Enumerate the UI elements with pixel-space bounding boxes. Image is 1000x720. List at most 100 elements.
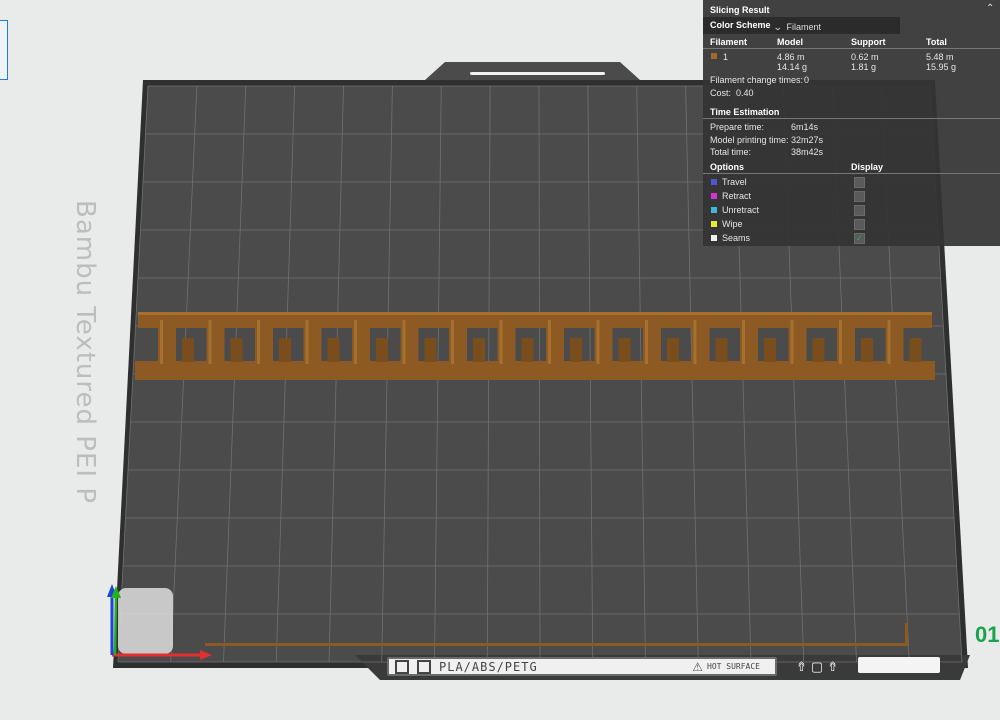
plate-tab[interactable] <box>858 657 940 673</box>
header-support: Support <box>851 37 886 47</box>
model-tooth <box>376 338 388 362</box>
model-printing-time-value: 32m27s <box>791 135 824 145</box>
model-rung-highlight <box>742 320 745 364</box>
model-rung-highlight <box>257 320 260 364</box>
color-scheme-select[interactable]: ⌄ Filament <box>772 22 822 33</box>
model-tooth <box>667 338 679 362</box>
model-rung-highlight <box>160 320 163 364</box>
retract-color-swatch <box>711 193 717 199</box>
color-scheme-row: Color Scheme ⌄ Filament <box>703 17 900 34</box>
options-header: Options <box>710 162 744 172</box>
hot-surface-label: HOT SURFACE <box>707 661 760 671</box>
model-skirt-right <box>905 623 908 646</box>
header-total: Total <box>926 37 947 47</box>
model-tooth <box>570 338 582 362</box>
model-weight: 14.14 g <box>777 62 808 72</box>
model-rung-highlight <box>499 320 503 364</box>
unretract-color-swatch <box>711 207 717 213</box>
model-tooth <box>861 338 873 362</box>
cost-value: 0.40 <box>736 88 754 98</box>
wipe-color-swatch <box>711 221 717 227</box>
model-tooth <box>473 338 485 362</box>
plate-action-icons: ⇮ ▢ ⇮ <box>796 659 838 675</box>
display-header: Display <box>851 162 884 172</box>
model-rung-highlight <box>887 320 891 364</box>
total-time-value: 38m42s <box>791 147 824 157</box>
total-weight: 15.95 g <box>926 62 957 72</box>
hot-surface-warning: ⚠ HOT SURFACE <box>692 660 769 674</box>
total-time-label: Total time: <box>710 147 752 157</box>
model-rung-highlight <box>305 320 309 364</box>
travel-color-swatch <box>711 179 717 185</box>
model-rung-highlight <box>548 320 551 364</box>
model-tooth <box>230 338 243 362</box>
slicing-result-panel: Slicing Result ⌃ Color Scheme ⌄ Filament … <box>703 0 1000 246</box>
color-scheme-value: Filament <box>786 22 822 32</box>
model-skirt-bottom <box>205 643 908 646</box>
travel-display-checkbox[interactable] <box>854 177 865 188</box>
option-label: Seams <box>722 233 751 243</box>
option-label: Unretract <box>722 205 760 215</box>
plate-handle-bar <box>470 72 605 75</box>
filament-color-swatch <box>711 53 717 59</box>
prepare-time-label: Prepare time: <box>710 122 765 132</box>
model-tooth <box>812 338 825 362</box>
arrange-icon[interactable]: ⇮ <box>796 659 807 675</box>
wipe-display-checkbox[interactable] <box>854 219 865 230</box>
chevron-down-icon: ⌄ <box>772 22 783 32</box>
bambu-logo-icon <box>395 659 409 674</box>
model-rung-highlight <box>451 320 454 364</box>
prepare-time-value: 6m14s <box>791 122 819 132</box>
model-rung-highlight <box>402 320 406 364</box>
model-tooth <box>327 338 340 362</box>
model-tooth <box>182 338 194 362</box>
total-length: 5.48 m <box>926 52 954 62</box>
model-tooth <box>618 338 631 362</box>
model-rung-highlight <box>208 320 212 364</box>
header-model: Model <box>777 37 803 47</box>
cost-label: Cost: <box>710 88 732 98</box>
unretract-display-checkbox[interactable] <box>854 205 865 216</box>
model-tooth <box>764 338 776 362</box>
plate-material-tag: PLA/ABS/PETG ⚠ HOT SURFACE <box>387 657 777 676</box>
model-top-highlight <box>138 312 932 315</box>
model-tooth <box>715 338 728 362</box>
plate-material-label: PLA/ABS/PETG <box>439 659 538 674</box>
model-tooth <box>279 338 291 362</box>
model-rung-highlight <box>596 320 600 364</box>
warning-triangle-icon: ⚠ <box>692 659 703 674</box>
divider <box>703 48 1000 49</box>
retract-display-checkbox[interactable] <box>854 191 865 202</box>
filament-change-value: 0 <box>804 75 810 85</box>
right-edge-label: 01 <box>975 622 1000 647</box>
model-rung-highlight <box>354 320 357 364</box>
collapse-chevron-icon[interactable]: ⌃ <box>986 3 994 14</box>
plate-name-label: Bambu Textured PEI P <box>70 200 100 505</box>
model-length: 4.86 m <box>777 52 805 62</box>
filament-id: 1 <box>723 52 729 62</box>
filament-change-label: Filament change times: <box>710 75 804 85</box>
model-tooth <box>424 338 437 362</box>
model-tooth <box>909 338 922 362</box>
option-label: Travel <box>722 177 747 187</box>
y-axis <box>113 595 118 656</box>
seams-display-checkbox[interactable]: ✓ <box>854 233 865 244</box>
panel-title: Slicing Result <box>710 5 770 15</box>
support-length: 0.62 m <box>851 52 879 62</box>
seams-color-swatch <box>711 235 717 241</box>
model-tooth <box>521 338 534 362</box>
plate-top-tab <box>425 62 640 80</box>
option-label: Wipe <box>722 219 743 229</box>
time-estimation-title: Time Estimation <box>710 107 780 117</box>
plate-corner-block <box>118 588 173 654</box>
divider <box>703 118 1000 119</box>
plate-view-icon[interactable]: ▢ <box>811 659 823 675</box>
option-label: Retract <box>722 191 752 201</box>
model-rung-highlight <box>645 320 648 364</box>
header-filament: Filament <box>710 37 748 47</box>
color-scheme-label: Color Scheme <box>710 20 771 30</box>
model-rung-highlight <box>693 320 697 364</box>
plate-type-icon <box>417 659 431 674</box>
lock-plate-icon[interactable]: ⇮ <box>827 659 838 675</box>
model-rung-highlight <box>839 320 842 364</box>
